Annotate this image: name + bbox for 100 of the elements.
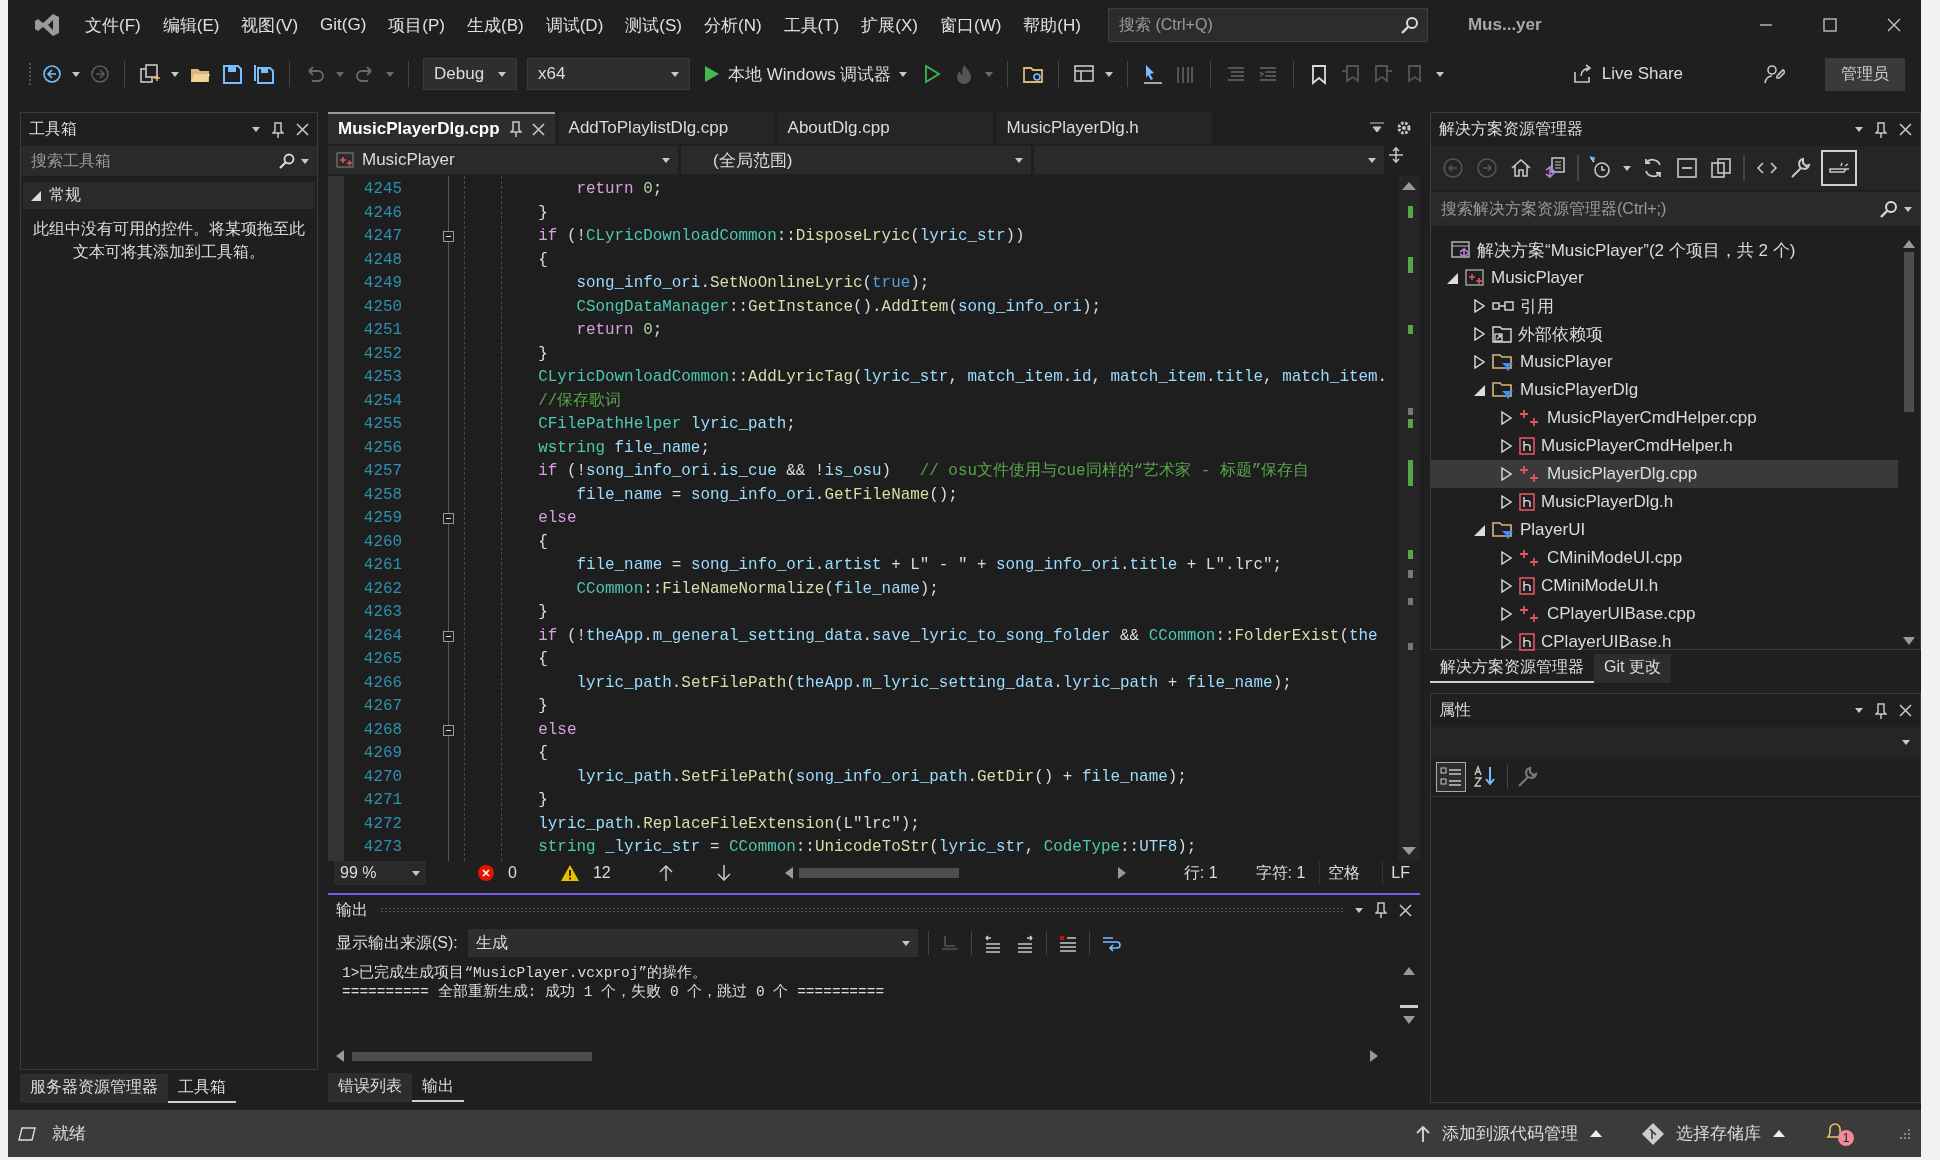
- search-field[interactable]: 搜索解决方案资源管理器(Ctrl+;): [1439, 199, 1874, 219]
- scroll-up-icon[interactable]: [1903, 240, 1915, 248]
- caret-icon[interactable]: [1355, 907, 1363, 913]
- settings-icon[interactable]: [1396, 120, 1412, 136]
- caret-icon[interactable]: [1902, 739, 1910, 745]
- clear-all-icon[interactable]: [1056, 932, 1079, 954]
- tree-item[interactable]: 引用: [1431, 292, 1898, 320]
- output-source-dropdown[interactable]: 生成: [467, 929, 918, 957]
- tree-item[interactable]: CMiniModeUI.cpp: [1431, 544, 1898, 572]
- vertical-scrollbar[interactable]: [1398, 176, 1420, 861]
- expanded-icon[interactable]: [31, 190, 41, 201]
- warning-count[interactable]: 12: [592, 864, 611, 882]
- project-dropdown[interactable]: MusicPlayer: [328, 146, 678, 174]
- search-box[interactable]: 搜索 (Ctrl+Q): [1107, 8, 1428, 42]
- collapse-icon[interactable]: [443, 231, 454, 243]
- line-ending-indicator[interactable]: LF: [1382, 861, 1420, 885]
- tree-item[interactable]: MusicPlayer: [1431, 264, 1898, 292]
- tree-item[interactable]: 外部依赖项: [1431, 320, 1898, 348]
- caret-icon[interactable]: [901, 940, 910, 946]
- tree-item[interactable]: MusicPlayer: [1431, 348, 1898, 376]
- caret-icon[interactable]: [671, 71, 679, 77]
- scroll-up-icon[interactable]: [1402, 182, 1416, 190]
- caret-icon[interactable]: [662, 157, 670, 163]
- platform-dropdown[interactable]: x64: [527, 58, 690, 90]
- scroll-right-icon[interactable]: [1117, 867, 1126, 879]
- caret-icon[interactable]: [72, 71, 80, 77]
- live-share-button[interactable]: Live Share: [1571, 64, 1683, 84]
- tab-list-icon[interactable]: [1370, 122, 1384, 134]
- scroll-down-icon[interactable]: [1903, 637, 1915, 645]
- maximize-icon[interactable]: [1823, 18, 1837, 32]
- scroll-thumb[interactable]: [1400, 1005, 1418, 1008]
- switch-views-icon[interactable]: [1543, 156, 1567, 180]
- panel-tab[interactable]: 错误列表: [328, 1073, 412, 1102]
- down-arrow-icon[interactable]: [716, 865, 731, 881]
- tree-item[interactable]: MusicPlayerCmdHelper.cpp: [1431, 404, 1898, 432]
- horizontal-scrollbar[interactable]: [784, 867, 1126, 879]
- menu-item[interactable]: 调试(D): [534, 9, 615, 41]
- caret-up-icon[interactable]: [1773, 1130, 1785, 1137]
- scroll-down-icon[interactable]: [1402, 847, 1416, 855]
- back-icon[interactable]: [42, 64, 62, 84]
- window-layout-icon[interactable]: [1073, 63, 1096, 85]
- save-all-icon[interactable]: [253, 63, 275, 85]
- caret-icon[interactable]: [1105, 71, 1114, 77]
- pin-icon[interactable]: [509, 121, 522, 137]
- caret-icon[interactable]: [1904, 206, 1912, 212]
- close-icon[interactable]: [1899, 123, 1912, 136]
- caret-icon[interactable]: [1855, 127, 1863, 132]
- caret-icon[interactable]: [498, 71, 506, 77]
- collapsed-icon[interactable]: [1473, 299, 1485, 313]
- save-icon[interactable]: [221, 63, 243, 85]
- collapse-icon[interactable]: [443, 513, 454, 525]
- feedback-icon[interactable]: [1763, 63, 1785, 85]
- editor-tab[interactable]: MusicPlayerDlg.cpp: [328, 112, 555, 144]
- collapsed-icon[interactable]: [1500, 439, 1512, 453]
- notifications-button[interactable]: 1: [1825, 1116, 1857, 1151]
- wrench-icon[interactable]: [1516, 764, 1540, 789]
- scroll-right-icon[interactable]: [1370, 1050, 1378, 1062]
- scroll-thumb[interactable]: [1904, 252, 1914, 412]
- caret-icon[interactable]: [301, 158, 309, 164]
- tree-item[interactable]: CMiniModeUI.h: [1431, 572, 1898, 600]
- panel-tab[interactable]: 服务器资源管理器: [20, 1074, 168, 1103]
- categorized-icon[interactable]: [1439, 764, 1463, 789]
- configuration-dropdown[interactable]: Debug: [423, 58, 517, 90]
- collapsed-icon[interactable]: [1473, 355, 1485, 369]
- menu-item[interactable]: 工具(T): [772, 9, 851, 41]
- column-indicator[interactable]: 字符: 1: [1255, 862, 1306, 884]
- scroll-up-icon[interactable]: [1403, 967, 1415, 975]
- collapsed-icon[interactable]: [1500, 635, 1512, 649]
- collapsed-icon[interactable]: [1500, 467, 1512, 481]
- caret-icon[interactable]: [1623, 165, 1631, 171]
- menu-item[interactable]: 帮助(H): [1012, 9, 1092, 41]
- forward-icon[interactable]: [90, 64, 110, 84]
- tree-item[interactable]: CPlayerUIBase.h: [1431, 628, 1898, 656]
- collapsed-icon[interactable]: [1500, 551, 1512, 565]
- menu-item[interactable]: 窗口(W): [928, 9, 1013, 41]
- logo-icon[interactable]: [34, 12, 60, 38]
- menu-item[interactable]: Git(G): [309, 11, 378, 39]
- collapsed-icon[interactable]: [1500, 495, 1512, 509]
- collapse-icon[interactable]: [443, 630, 454, 642]
- menu-item[interactable]: 编辑(E): [151, 9, 231, 41]
- caret-icon[interactable]: [171, 71, 179, 77]
- collapsed-icon[interactable]: [1500, 579, 1512, 593]
- caret-icon[interactable]: [252, 127, 260, 132]
- menu-item[interactable]: 视图(V): [230, 9, 310, 41]
- menu-item[interactable]: 项目(P): [377, 9, 456, 41]
- tree-item[interactable]: MusicPlayerDlg: [1431, 376, 1898, 404]
- collapsed-icon[interactable]: [1500, 607, 1512, 621]
- tree-item[interactable]: PlayerUI: [1431, 516, 1898, 544]
- scroll-down-icon[interactable]: [1403, 1016, 1415, 1024]
- pin-icon[interactable]: [1875, 702, 1887, 719]
- tree-item[interactable]: CPlayerUIBase.cpp: [1431, 600, 1898, 628]
- menu-item[interactable]: 生成(B): [456, 9, 535, 41]
- close-icon[interactable]: [531, 122, 545, 136]
- pointer-icon[interactable]: [1142, 63, 1165, 85]
- menu-item[interactable]: 测试(S): [614, 9, 693, 41]
- caret-up-icon[interactable]: [1590, 1130, 1602, 1137]
- zoom-dropdown[interactable]: 99 %: [334, 861, 426, 885]
- collapse-icon[interactable]: [443, 724, 454, 736]
- scope-dropdown[interactable]: (全局范围): [681, 146, 1031, 174]
- caret-icon[interactable]: [899, 71, 908, 77]
